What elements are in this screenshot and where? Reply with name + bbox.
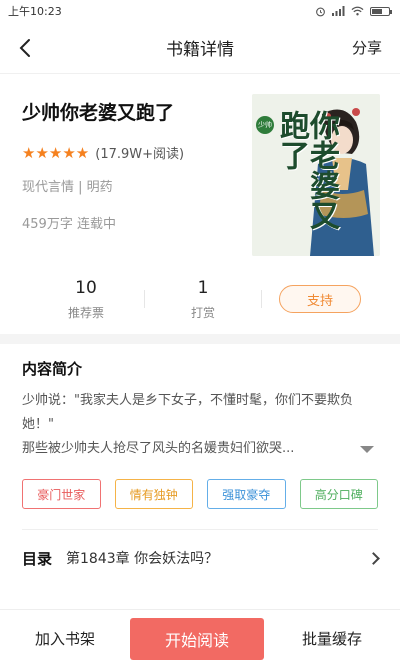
- toc-row[interactable]: 目录 第1843章 你会妖法吗？: [0, 530, 400, 586]
- tip-stat[interactable]: 1 打赏: [145, 278, 261, 321]
- battery-icon: [370, 6, 392, 16]
- read-count: (17.9W+阅读): [95, 147, 185, 162]
- intro-section: 内容简介 少帅说："我家夫人是乡下女子，不懂时髦，你们不要欺负她！" 那些被少帅…: [0, 344, 400, 509]
- start-reading-button[interactable]: 开始阅读: [130, 617, 264, 660]
- tag-item[interactable]: 豪门世家: [22, 479, 101, 509]
- recommend-label: 推荐票: [67, 305, 104, 320]
- tag-item[interactable]: 强取豪夺: [207, 479, 286, 509]
- bottom-action-bar: 加入书架 开始阅读 批量缓存: [0, 609, 400, 667]
- tip-label: 打赏: [190, 305, 215, 320]
- toc-latest-chapter: 第1843章 你会妖法吗？: [66, 551, 219, 567]
- chevron-right-icon: [367, 551, 380, 565]
- batch-cache-button[interactable]: 批量缓存: [264, 628, 400, 649]
- wifi-icon: [351, 6, 364, 16]
- nav-bar: 书籍详情 分享: [0, 22, 400, 74]
- back-button[interactable]: [18, 33, 48, 63]
- status-time: 上午10:23: [8, 5, 62, 18]
- page-title: 书籍详情: [165, 40, 234, 60]
- intro-heading: 内容简介: [22, 360, 83, 378]
- toc-label: 目录: [22, 549, 53, 568]
- tag-item[interactable]: 情有独钟: [114, 479, 193, 509]
- back-arrow-icon: [19, 38, 30, 57]
- tag-list: 豪门世家 情有独钟 强取豪夺 高分口碑: [22, 479, 378, 509]
- expand-down-icon[interactable]: [360, 445, 374, 453]
- status-icons: [315, 6, 392, 17]
- status-bar: 上午10:23: [0, 0, 400, 22]
- stats-row: 10 推荐票 1 打赏 支持: [0, 264, 400, 334]
- signal-icon: [332, 6, 345, 16]
- recommend-count: 10: [75, 277, 97, 298]
- star-rating-icon: ★★★★★: [22, 143, 90, 162]
- support-button[interactable]: 支持: [279, 285, 361, 313]
- add-to-shelf-button[interactable]: 加入书架: [0, 628, 130, 649]
- tip-count: 1: [197, 277, 209, 298]
- intro-text: 少帅说："我家夫人是乡下女子，不懂时髦，你们不要欺负她！": [22, 393, 353, 432]
- book-info: 少帅你老婆又跑了 ★★★★★ (17.9W+阅读) 现代言情 | 明药 459万…: [0, 74, 400, 264]
- section-gap: [0, 334, 400, 344]
- share-button[interactable]: 分享: [352, 37, 382, 58]
- intro-expand-row[interactable]: 那些被少帅夫人抢尽了风头的名媛贵妇们欲哭...: [22, 437, 378, 461]
- recommend-stat[interactable]: 10 推荐票: [28, 278, 144, 321]
- book-cover[interactable]: 少帅 你老婆又跑了: [252, 94, 380, 256]
- intro-text-truncated: 那些被少帅夫人抢尽了风头的名媛贵妇们欲哭...: [22, 441, 295, 456]
- alarm-icon: [316, 7, 325, 16]
- tag-item[interactable]: 高分口碑: [299, 479, 378, 509]
- support-wrap: 支持: [262, 285, 378, 313]
- cover-title: 你老婆又跑了: [274, 110, 339, 230]
